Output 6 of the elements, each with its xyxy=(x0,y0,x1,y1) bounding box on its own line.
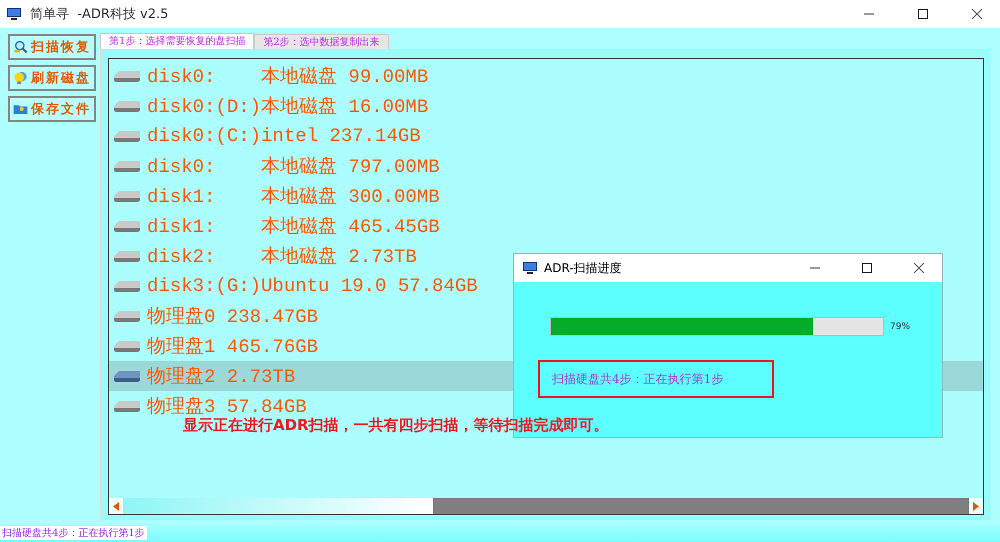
annotation-text: 显示正在进行ADR扫描，一共有四步扫描，等待扫描完成即可。 xyxy=(183,416,609,435)
dialog-title: ADR-扫描进度 xyxy=(544,260,623,276)
progress-percent: 79% xyxy=(890,322,910,332)
progress-message: 扫描硬盘共4步：正在执行第1步 xyxy=(538,360,774,398)
window-title: 简单寻 -ADR科技 v2.5 xyxy=(30,6,170,23)
status-text: 扫描硬盘共4步：正在执行第1步 xyxy=(0,526,147,540)
